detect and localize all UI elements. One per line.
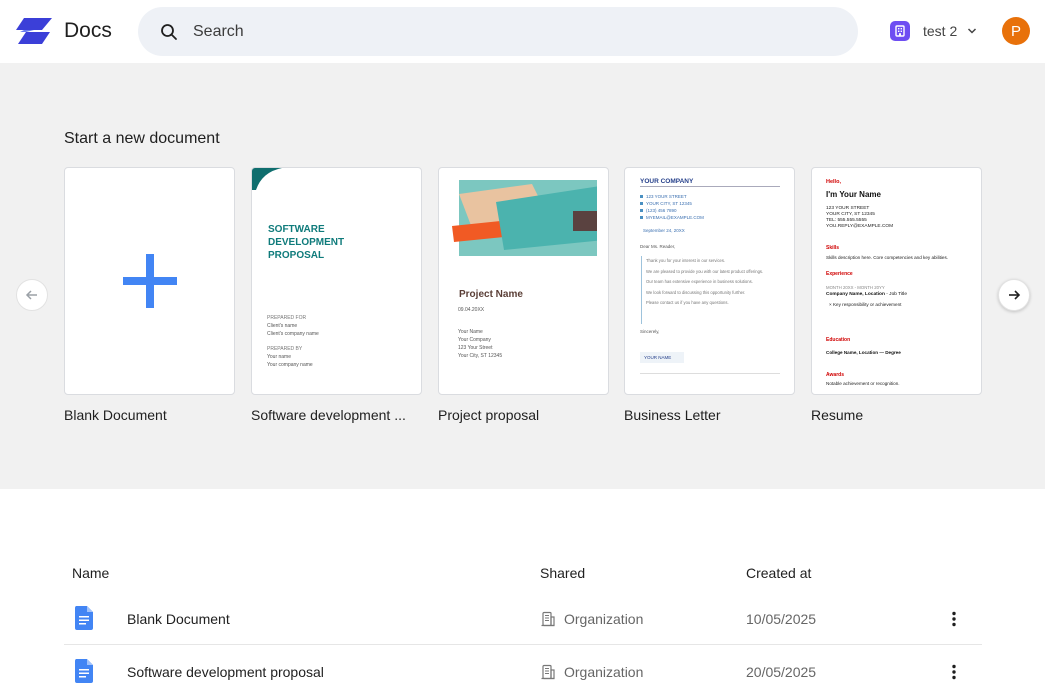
top-bar: Docs test 2 P: [0, 0, 1045, 63]
workspace-building-icon: [890, 21, 910, 41]
more-options-icon[interactable]: [944, 609, 964, 629]
template-card-project-proposal[interactable]: Project Name 09.04.20XX Your Name Your C…: [438, 167, 609, 395]
document-icon: [74, 659, 93, 683]
letter-closing: Sincerely,: [640, 329, 660, 334]
project-cover-art: [452, 180, 597, 256]
arrow-left-icon: [25, 290, 37, 300]
resume-awards-heading: Awards: [826, 372, 844, 378]
search-icon: [161, 24, 177, 40]
user-avatar[interactable]: P: [1002, 17, 1030, 45]
proposal-heading: SOFTWARE DEVELOPMENT PROPOSAL: [268, 224, 345, 261]
chevron-down-icon: [968, 28, 977, 34]
organization-icon: [541, 611, 555, 627]
plus-icon: [123, 254, 177, 308]
carousel-prev-button[interactable]: [16, 279, 48, 311]
resume-exp-dates: MONTH 20XX - MONTH 20YY: [826, 285, 885, 290]
letter-address-block: 123 YOUR STREET YOUR CITY, ST 12345 (123…: [640, 193, 704, 221]
project-name-text: Project Name: [459, 289, 523, 300]
search-bar[interactable]: [138, 7, 858, 56]
template-label-blank: Blank Document: [64, 407, 167, 423]
created-date: 20/05/2025: [746, 664, 817, 680]
project-date-text: 09.04.20XX: [458, 307, 485, 313]
arrow-right-icon: [1009, 290, 1021, 300]
resume-contact: 123 YOUR STREET YOUR CITY, ST 12345 TEL:…: [826, 206, 894, 229]
resume-skills-heading: Skills: [826, 245, 840, 251]
letter-signature: YOUR NAME: [640, 352, 684, 363]
project-address-block: Your Name Your Company 123 Your Street Y…: [458, 329, 503, 359]
template-card-business-letter[interactable]: YOUR COMPANY 123 YOUR STREET YOUR CITY, …: [624, 167, 795, 395]
document-icon: [74, 606, 93, 630]
template-card-resume[interactable]: Hello, I'm Your Name 123 YOUR STREET YOU…: [811, 167, 982, 395]
organization-icon: [541, 664, 555, 680]
shared-status: Organization: [564, 664, 644, 680]
template-label-software-proposal: Software development ...: [251, 407, 406, 423]
workspace-switcher[interactable]: test 2: [890, 20, 977, 42]
letter-body: Thank you for your interest in our servi…: [641, 256, 781, 324]
column-header-created[interactable]: Created at: [746, 565, 811, 581]
document-name: Blank Document: [127, 611, 230, 627]
more-options-icon[interactable]: [944, 662, 964, 682]
shared-status: Organization: [564, 611, 644, 627]
proposal-prepared-block: PREPARED FOR Client's name Client's comp…: [267, 315, 319, 368]
letter-salutation: Dear Ms. Reader,: [640, 244, 676, 249]
resume-education: College Name, Location — Degree: [826, 350, 901, 355]
template-card-software-proposal[interactable]: SOFTWARE DEVELOPMENT PROPOSAL PREPARED F…: [251, 167, 422, 395]
column-header-name[interactable]: Name: [72, 565, 109, 581]
created-date: 10/05/2025: [746, 611, 817, 627]
template-gallery: Start a new document Blank Document SOFT…: [0, 63, 1045, 489]
resume-awards: Notable achievement or recognition.: [826, 381, 900, 386]
resume-name: I'm Your Name: [826, 190, 881, 199]
app-name: Docs: [64, 19, 112, 42]
letter-company: YOUR COMPANY: [640, 178, 780, 187]
template-label-resume: Resume: [811, 407, 864, 423]
search-input[interactable]: [193, 7, 833, 56]
resume-education-heading: Education: [826, 337, 851, 343]
workspace-name: test 2: [923, 23, 958, 39]
letter-date: September 24, 20XX: [643, 228, 685, 233]
letter-footer-line: [640, 373, 780, 374]
carousel-next-button[interactable]: [998, 279, 1030, 311]
docs-logo-icon[interactable]: [16, 18, 52, 44]
column-header-shared[interactable]: Shared: [540, 565, 585, 581]
template-card-blank[interactable]: [64, 167, 235, 395]
resume-exp-company: Company Name, Location - Job Title: [826, 292, 908, 297]
table-row[interactable]: Software development proposal Organizati…: [64, 646, 982, 698]
template-label-project-proposal: Project proposal: [438, 407, 540, 423]
templates-title: Start a new document: [64, 130, 220, 147]
table-row[interactable]: Blank Document Organization 10/05/2025: [64, 593, 982, 645]
document-name: Software development proposal: [127, 664, 324, 680]
resume-hello: Hello,: [826, 179, 841, 185]
resume-skills: Skills description here. Core competenci…: [826, 255, 949, 260]
template-label-business-letter: Business Letter: [624, 407, 721, 423]
corner-decoration-icon: [252, 168, 282, 190]
resume-experience-heading: Experience: [826, 271, 853, 277]
resume-exp-point: × Key responsibility or achievement: [829, 302, 902, 307]
